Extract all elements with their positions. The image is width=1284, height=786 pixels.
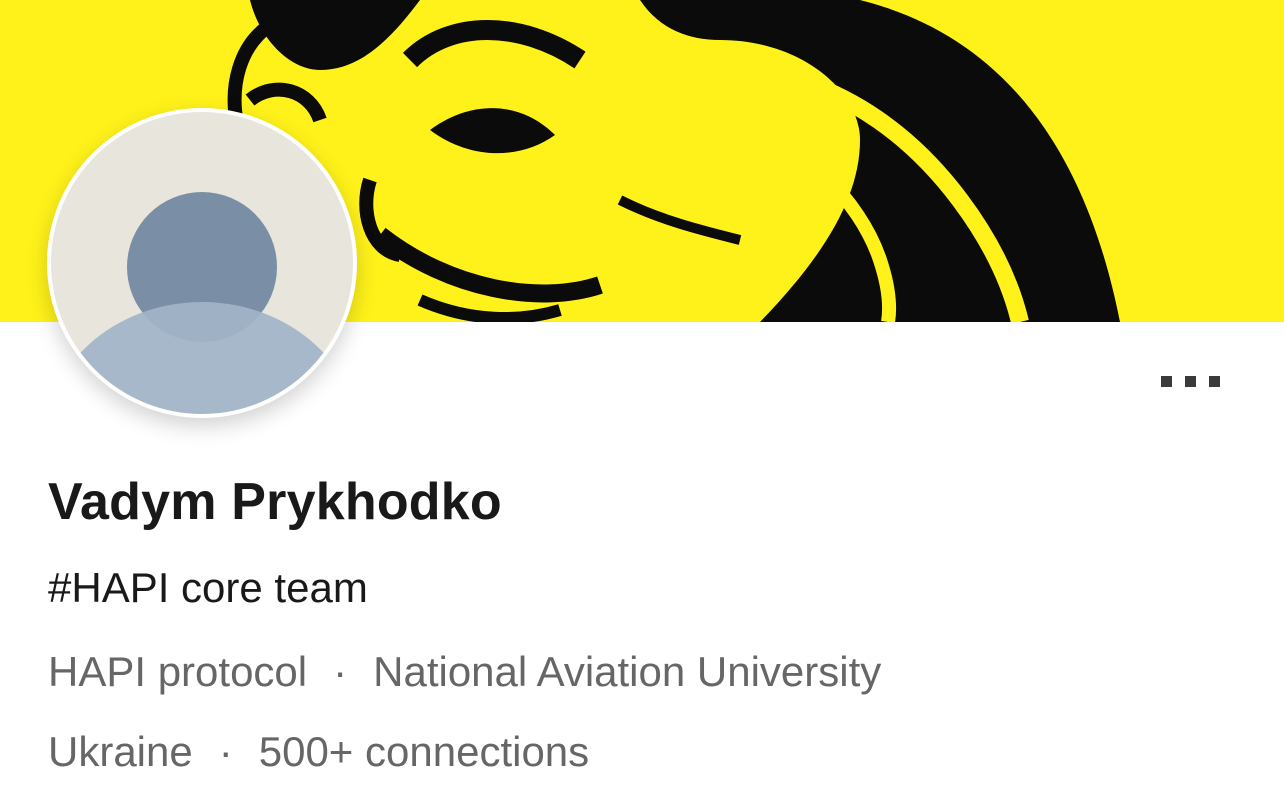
location-text: Ukraine <box>48 728 193 775</box>
profile-avatar[interactable] <box>47 108 357 418</box>
profile-location-connections-line: Ukraine · 500+ connections <box>48 728 589 776</box>
more-options-icon <box>1161 376 1220 387</box>
profile-headline: #HAPI core team <box>48 564 368 611</box>
connections-link[interactable]: 500+ connections <box>259 728 589 776</box>
profile-page: Vadym Prykhodko #HAPI core team HAPI pro… <box>0 0 1284 786</box>
more-options-button[interactable] <box>1150 358 1232 404</box>
company-link[interactable]: HAPI protocol <box>48 648 307 696</box>
education-link[interactable]: National Aviation University <box>373 648 881 696</box>
default-person-placeholder-icon <box>51 112 353 414</box>
profile-company-education-line: HAPI protocol · National Aviation Univer… <box>48 648 881 696</box>
separator-dot: · <box>333 648 348 695</box>
separator-dot: · <box>218 728 233 775</box>
profile-name: Vadym Prykhodko <box>48 473 502 531</box>
